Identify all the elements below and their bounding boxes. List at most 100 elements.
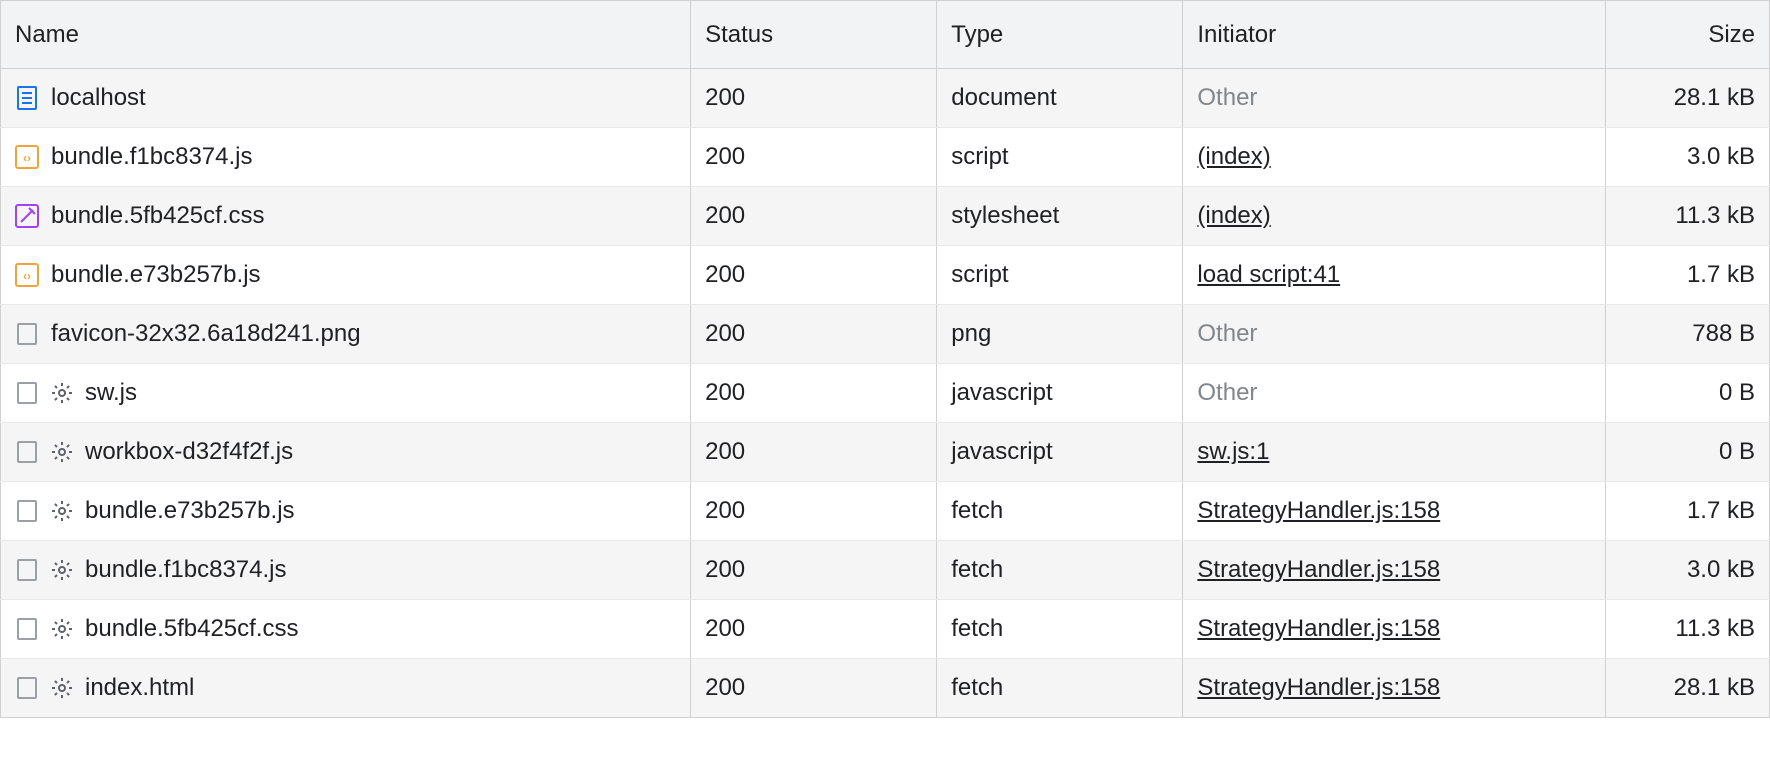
- cell-type: stylesheet: [937, 187, 1183, 246]
- cell-type: document: [937, 69, 1183, 128]
- table-row[interactable]: bundle.5fb425cf.css 200stylesheet (index) 1…: [1, 187, 1770, 246]
- cell-name: bundle.e73b257b.js: [1, 482, 691, 541]
- cell-initiator: sw.js:1: [1183, 423, 1605, 482]
- cell-type: png: [937, 305, 1183, 364]
- initiator-link[interactable]: StrategyHandler.js:158: [1197, 615, 1440, 642]
- css-file-icon: [15, 204, 39, 228]
- cell-status: 200: [691, 659, 937, 718]
- cell-initiator: StrategyHandler.js:158: [1183, 482, 1605, 541]
- cell-status: 200: [691, 600, 937, 659]
- request-name: localhost: [51, 84, 146, 112]
- cell-size: 28.1 kB: [1605, 69, 1770, 128]
- cell-size: 0 B: [1605, 423, 1770, 482]
- table-row[interactable]: localhost 200document Other 28.1 kB: [1, 69, 1770, 128]
- column-header-name[interactable]: Name: [1, 1, 691, 69]
- cell-status: 200: [691, 128, 937, 187]
- initiator-link[interactable]: load script:41: [1197, 261, 1340, 288]
- document-file-icon: [15, 86, 39, 110]
- cell-status: 200: [691, 187, 937, 246]
- table-row[interactable]: favicon-32x32.6a18d241.png200pngOther788…: [1, 305, 1770, 364]
- initiator-link[interactable]: (index): [1197, 143, 1270, 170]
- generic-file-icon: [15, 499, 39, 523]
- request-name: sw.js: [85, 379, 137, 407]
- table-row[interactable]: bundle.f1bc8374.js 200script (index) 3.0 kB: [1, 128, 1770, 187]
- column-header-type[interactable]: Type: [937, 1, 1183, 69]
- cell-initiator: (index): [1183, 187, 1605, 246]
- request-name: bundle.e73b257b.js: [51, 261, 261, 289]
- generic-file-icon: [15, 558, 39, 582]
- initiator-link[interactable]: (index): [1197, 202, 1270, 229]
- column-header-status[interactable]: Status: [691, 1, 937, 69]
- cell-name: favicon-32x32.6a18d241.png: [1, 305, 691, 364]
- column-header-size[interactable]: Size: [1605, 1, 1770, 69]
- cell-type: fetch: [937, 482, 1183, 541]
- cell-size: 28.1 kB: [1605, 659, 1770, 718]
- cell-name: localhost: [1, 69, 691, 128]
- cell-status: 200: [691, 305, 937, 364]
- cell-size: 3.0 kB: [1605, 541, 1770, 600]
- cell-size: 11.3 kB: [1605, 187, 1770, 246]
- generic-file-icon: [15, 440, 39, 464]
- gear-icon: [51, 618, 73, 640]
- generic-file-icon: [15, 322, 39, 346]
- cell-initiator: Other: [1183, 69, 1605, 128]
- request-name: favicon-32x32.6a18d241.png: [51, 320, 361, 348]
- initiator-text: Other: [1197, 320, 1257, 347]
- cell-type: fetch: [937, 541, 1183, 600]
- cell-type: script: [937, 246, 1183, 305]
- table-row[interactable]: sw.js200javascriptOther0 B: [1, 364, 1770, 423]
- gear-icon: [51, 382, 73, 404]
- cell-name: bundle.f1bc8374.js: [1, 541, 691, 600]
- js-file-icon: [15, 263, 39, 287]
- cell-name: bundle.5fb425cf.css: [1, 187, 691, 246]
- cell-type: javascript: [937, 423, 1183, 482]
- request-name: bundle.e73b257b.js: [85, 497, 295, 525]
- table-row[interactable]: bundle.5fb425cf.css200fetchStrategyHandl…: [1, 600, 1770, 659]
- cell-name: workbox-d32f4f2f.js: [1, 423, 691, 482]
- table-row[interactable]: index.html 200fetch StrategyHandler.js:158…: [1, 659, 1770, 718]
- cell-status: 200: [691, 69, 937, 128]
- network-table: Name Status Type Initiator Size localhos…: [0, 0, 1770, 718]
- cell-initiator: (index): [1183, 128, 1605, 187]
- cell-name: bundle.f1bc8374.js: [1, 128, 691, 187]
- cell-type: fetch: [937, 659, 1183, 718]
- initiator-link[interactable]: StrategyHandler.js:158: [1197, 556, 1440, 583]
- request-name: index.html: [85, 674, 194, 702]
- table-row[interactable]: bundle.e73b257b.js200scriptload script:4…: [1, 246, 1770, 305]
- initiator-link[interactable]: StrategyHandler.js:158: [1197, 674, 1440, 701]
- cell-type: fetch: [937, 600, 1183, 659]
- generic-file-icon: [15, 617, 39, 641]
- initiator-text: Other: [1197, 84, 1257, 111]
- table-row[interactable]: bundle.e73b257b.js200fetchStrategyHandle…: [1, 482, 1770, 541]
- js-file-icon: [15, 145, 39, 169]
- request-name: workbox-d32f4f2f.js: [85, 438, 293, 466]
- cell-initiator: StrategyHandler.js:158: [1183, 659, 1605, 718]
- generic-file-icon: [15, 676, 39, 700]
- request-name: bundle.f1bc8374.js: [85, 556, 287, 584]
- request-name: bundle.5fb425cf.css: [51, 202, 264, 230]
- generic-file-icon: [15, 381, 39, 405]
- cell-initiator: StrategyHandler.js:158: [1183, 600, 1605, 659]
- initiator-link[interactable]: sw.js:1: [1197, 438, 1269, 465]
- initiator-text: Other: [1197, 379, 1257, 406]
- gear-icon: [51, 500, 73, 522]
- initiator-link[interactable]: StrategyHandler.js:158: [1197, 497, 1440, 524]
- request-name: bundle.f1bc8374.js: [51, 143, 253, 171]
- cell-status: 200: [691, 364, 937, 423]
- cell-type: script: [937, 128, 1183, 187]
- cell-initiator: Other: [1183, 305, 1605, 364]
- cell-size: 11.3 kB: [1605, 600, 1770, 659]
- cell-size: 0 B: [1605, 364, 1770, 423]
- cell-size: 1.7 kB: [1605, 482, 1770, 541]
- table-header-row: Name Status Type Initiator Size: [1, 1, 1770, 69]
- gear-icon: [51, 441, 73, 463]
- cell-initiator: Other: [1183, 364, 1605, 423]
- cell-name: index.html: [1, 659, 691, 718]
- cell-initiator: load script:41: [1183, 246, 1605, 305]
- table-row[interactable]: workbox-d32f4f2f.js200javascriptsw.js:10…: [1, 423, 1770, 482]
- cell-status: 200: [691, 541, 937, 600]
- gear-icon: [51, 677, 73, 699]
- cell-size: 3.0 kB: [1605, 128, 1770, 187]
- column-header-initiator[interactable]: Initiator: [1183, 1, 1605, 69]
- table-row[interactable]: bundle.f1bc8374.js 200fetch StrategyHandle…: [1, 541, 1770, 600]
